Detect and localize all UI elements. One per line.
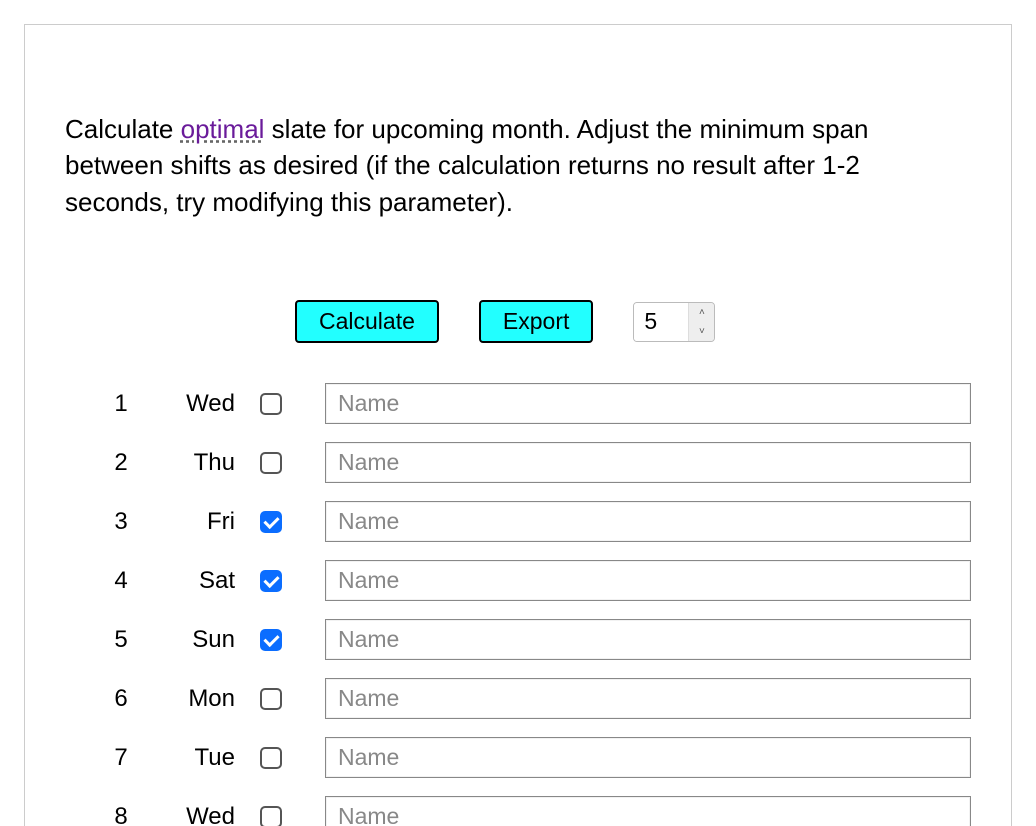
day-row: 6 Mon: [101, 678, 971, 719]
row-name-cell: [301, 560, 971, 601]
stepper-buttons: ˄ ˅: [688, 303, 714, 341]
row-name-input[interactable]: [325, 383, 971, 424]
row-checkbox-cell: [251, 688, 291, 710]
day-row: 3 Fri: [101, 501, 971, 542]
optimal-link[interactable]: optimal: [181, 114, 265, 144]
stepper-down-icon[interactable]: ˅: [689, 322, 714, 341]
stepper-up-icon[interactable]: ˄: [689, 303, 714, 322]
row-number: 3: [101, 508, 141, 536]
day-row: 2 Thu: [101, 442, 971, 483]
controls-bar: Calculate Export ˄ ˅: [65, 300, 971, 343]
row-name-cell: [301, 383, 971, 424]
row-number: 7: [101, 744, 141, 772]
row-number: 8: [101, 803, 141, 826]
row-checkbox[interactable]: [260, 570, 282, 592]
day-row: 1 Wed: [101, 383, 971, 424]
row-name-input[interactable]: [325, 560, 971, 601]
row-name-input[interactable]: [325, 619, 971, 660]
row-number: 2: [101, 449, 141, 477]
description-text: Calculate optimal slate for upcoming mon…: [65, 111, 971, 220]
row-day-label: Tue: [151, 744, 241, 772]
row-checkbox[interactable]: [260, 452, 282, 474]
row-number: 1: [101, 390, 141, 418]
row-name-cell: [301, 442, 971, 483]
row-day-label: Wed: [151, 390, 241, 418]
row-day-label: Fri: [151, 508, 241, 536]
row-name-input[interactable]: [325, 442, 971, 483]
row-checkbox[interactable]: [260, 747, 282, 769]
min-span-input[interactable]: [634, 303, 688, 341]
row-name-input[interactable]: [325, 796, 971, 826]
export-button[interactable]: Export: [479, 300, 593, 343]
day-rows: 1 Wed 2 Thu 3 Fri 4 Sat 5 Sun 6 Mon 7 Tue 8 Wed: [65, 383, 971, 826]
row-name-cell: [301, 619, 971, 660]
row-checkbox-cell: [251, 629, 291, 651]
min-span-stepper[interactable]: ˄ ˅: [633, 302, 715, 342]
day-row: 5 Sun: [101, 619, 971, 660]
row-day-label: Thu: [151, 449, 241, 477]
row-number: 4: [101, 567, 141, 595]
row-name-input[interactable]: [325, 501, 971, 542]
row-checkbox-cell: [251, 452, 291, 474]
description-pre: Calculate: [65, 114, 181, 144]
schedule-panel: Calculate optimal slate for upcoming mon…: [24, 24, 1012, 826]
row-name-cell: [301, 796, 971, 826]
row-day-label: Sat: [151, 567, 241, 595]
row-checkbox[interactable]: [260, 393, 282, 415]
row-checkbox-cell: [251, 806, 291, 826]
row-name-cell: [301, 737, 971, 778]
day-row: 8 Wed: [101, 796, 971, 826]
row-checkbox-cell: [251, 747, 291, 769]
row-checkbox-cell: [251, 511, 291, 533]
row-name-input[interactable]: [325, 678, 971, 719]
row-number: 5: [101, 626, 141, 654]
row-day-label: Mon: [151, 685, 241, 713]
row-day-label: Wed: [151, 803, 241, 826]
row-checkbox[interactable]: [260, 806, 282, 826]
row-name-input[interactable]: [325, 737, 971, 778]
row-checkbox[interactable]: [260, 688, 282, 710]
row-name-cell: [301, 501, 971, 542]
row-checkbox[interactable]: [260, 629, 282, 651]
calculate-button[interactable]: Calculate: [295, 300, 439, 343]
row-checkbox-cell: [251, 393, 291, 415]
day-row: 7 Tue: [101, 737, 971, 778]
row-checkbox-cell: [251, 570, 291, 592]
row-number: 6: [101, 685, 141, 713]
day-row: 4 Sat: [101, 560, 971, 601]
row-name-cell: [301, 678, 971, 719]
row-checkbox[interactable]: [260, 511, 282, 533]
row-day-label: Sun: [151, 626, 241, 654]
